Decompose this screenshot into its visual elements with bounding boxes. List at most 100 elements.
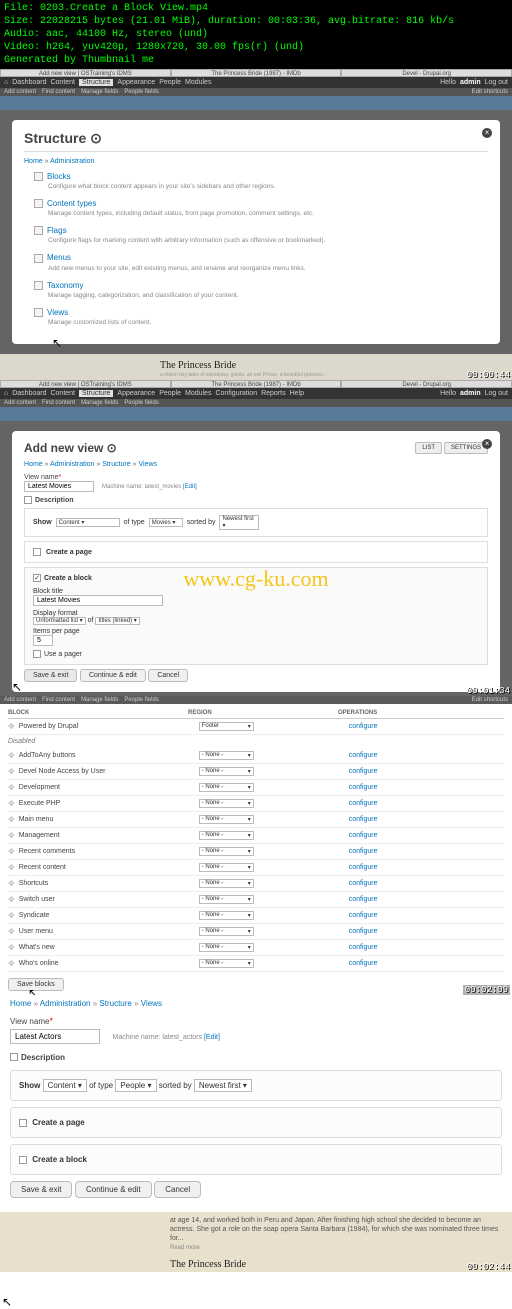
save-exit-button[interactable]: Save & exit — [24, 669, 77, 682]
drag-handle-icon[interactable]: ✥ — [8, 783, 15, 792]
drag-handle-icon[interactable]: ✥ — [8, 722, 15, 731]
create-page-checkbox[interactable] — [19, 1119, 27, 1127]
drag-handle-icon[interactable]: ✥ — [8, 863, 15, 872]
drag-handle-icon[interactable]: ✥ — [8, 799, 15, 808]
region-select[interactable]: - None -▾ — [199, 959, 254, 968]
menu-modules[interactable]: Modules — [185, 390, 211, 397]
block-title-input[interactable] — [33, 595, 163, 606]
edit-shortcuts[interactable]: Edit shortcuts — [472, 697, 508, 703]
checkbox-icon[interactable] — [34, 226, 43, 235]
description-checkbox[interactable] — [24, 496, 32, 504]
sort-select[interactable]: Newest first ▾ — [219, 515, 259, 530]
configure-link[interactable]: configure — [349, 784, 378, 791]
tab-list[interactable]: LIST — [415, 442, 442, 454]
configure-link[interactable]: configure — [349, 944, 378, 951]
region-select[interactable]: - None -▾ — [199, 751, 254, 760]
display-format-select[interactable]: Unformatted list ▾ — [33, 617, 86, 625]
link-blocks[interactable]: Blocks — [47, 172, 71, 181]
items-per-page-input[interactable] — [33, 635, 53, 646]
region-select[interactable]: - None -▾ — [199, 767, 254, 776]
cancel-button[interactable]: Cancel — [148, 669, 188, 682]
browser-tab[interactable]: Add new view | OSTraining's IDMS — [0, 380, 171, 388]
region-select[interactable]: Footer▾ — [199, 722, 254, 731]
shortcut-add[interactable]: Add content — [4, 697, 36, 703]
bc-structure[interactable]: Structure — [102, 461, 130, 468]
drag-handle-icon[interactable]: ✥ — [8, 815, 15, 824]
continue-edit-button[interactable]: Continue & edit — [80, 669, 146, 682]
read-more-link[interactable]: Read more — [170, 1245, 502, 1251]
checkbox-icon[interactable] — [34, 199, 43, 208]
configure-link[interactable]: configure — [349, 816, 378, 823]
shortcut-people-fields[interactable]: People fields — [124, 89, 158, 95]
type-select[interactable]: People ▾ — [115, 1079, 156, 1092]
drag-handle-icon[interactable]: ✥ — [8, 767, 15, 776]
menu-content[interactable]: Content — [50, 79, 75, 86]
configure-link[interactable]: configure — [349, 880, 378, 887]
shortcut-find[interactable]: Find content — [42, 89, 75, 95]
machine-name-edit[interactable]: [Edit] — [183, 484, 197, 490]
create-page-checkbox[interactable] — [33, 548, 41, 556]
browser-tab[interactable]: The Princess Bride (1987) - IMDb — [171, 380, 342, 388]
region-select[interactable]: - None -▾ — [199, 943, 254, 952]
shortcut-add[interactable]: Add content — [4, 400, 36, 406]
bc-structure[interactable]: Structure — [99, 999, 131, 1008]
drag-handle-icon[interactable]: ✥ — [8, 879, 15, 888]
description-checkbox[interactable] — [10, 1053, 18, 1061]
region-select[interactable]: - None -▾ — [199, 911, 254, 920]
show-select[interactable]: Content ▾ — [56, 518, 120, 527]
menu-structure[interactable]: Structure — [79, 390, 113, 397]
drag-handle-icon[interactable]: ✥ — [8, 895, 15, 904]
view-name-input[interactable] — [10, 1029, 100, 1044]
bc-admin[interactable]: Administration — [50, 158, 94, 165]
link-flags[interactable]: Flags — [47, 226, 67, 235]
bc-admin[interactable]: Administration — [40, 999, 91, 1008]
menu-dashboard[interactable]: Dashboard — [12, 390, 46, 397]
region-select[interactable]: - None -▾ — [199, 863, 254, 872]
configure-link[interactable]: configure — [349, 848, 378, 855]
view-name-input[interactable] — [24, 481, 94, 492]
configure-link[interactable]: configure — [349, 896, 378, 903]
shortcut-manage-fields[interactable]: Manage fields — [81, 697, 118, 703]
checkbox-icon[interactable] — [34, 172, 43, 181]
checkbox-icon[interactable] — [34, 308, 43, 317]
shortcut-people-fields[interactable]: People fields — [124, 400, 158, 406]
drag-handle-icon[interactable]: ✥ — [8, 927, 15, 936]
drag-handle-icon[interactable]: ✥ — [8, 751, 15, 760]
machine-name-edit[interactable]: [Edit] — [204, 1034, 220, 1041]
cancel-button[interactable]: Cancel — [154, 1181, 201, 1198]
bc-home[interactable]: Home — [24, 461, 43, 468]
configure-link[interactable]: configure — [349, 723, 378, 730]
show-select[interactable]: Content ▾ — [43, 1079, 87, 1092]
logout-link[interactable]: Log out — [485, 79, 508, 86]
display-of-select[interactable]: titles (linked) ▾ — [95, 617, 139, 625]
region-select[interactable]: - None -▾ — [199, 831, 254, 840]
shortcut-people-fields[interactable]: People fields — [124, 697, 158, 703]
drag-handle-icon[interactable]: ✥ — [8, 943, 15, 952]
shortcut-manage-fields[interactable]: Manage fields — [81, 89, 118, 95]
configure-link[interactable]: configure — [349, 912, 378, 919]
link-menus[interactable]: Menus — [47, 253, 71, 262]
article-title[interactable]: The Princess Bride — [170, 1259, 246, 1270]
link-content-types[interactable]: Content types — [47, 199, 96, 208]
drag-handle-icon[interactable]: ✥ — [8, 959, 15, 968]
menu-people[interactable]: People — [159, 390, 181, 397]
configure-link[interactable]: configure — [349, 960, 378, 967]
user-link[interactable]: admin — [460, 390, 481, 397]
configure-link[interactable]: configure — [349, 832, 378, 839]
region-select[interactable]: - None -▾ — [199, 783, 254, 792]
continue-edit-button[interactable]: Continue & edit — [75, 1181, 152, 1198]
shortcut-find[interactable]: Find content — [42, 400, 75, 406]
menu-modules[interactable]: Modules — [185, 79, 211, 86]
shortcut-add[interactable]: Add content — [4, 89, 36, 95]
checkbox-icon[interactable] — [34, 254, 43, 263]
link-taxonomy[interactable]: Taxonomy — [47, 281, 83, 290]
configure-link[interactable]: configure — [349, 800, 378, 807]
user-link[interactable]: admin — [460, 79, 481, 86]
bc-home[interactable]: Home — [24, 158, 43, 165]
menu-appearance[interactable]: Appearance — [117, 79, 155, 86]
drag-handle-icon[interactable]: ✥ — [8, 831, 15, 840]
drag-handle-icon[interactable]: ✥ — [8, 847, 15, 856]
menu-config[interactable]: Configuration — [215, 390, 257, 397]
region-select[interactable]: - None -▾ — [199, 879, 254, 888]
bc-views[interactable]: Views — [141, 999, 162, 1008]
